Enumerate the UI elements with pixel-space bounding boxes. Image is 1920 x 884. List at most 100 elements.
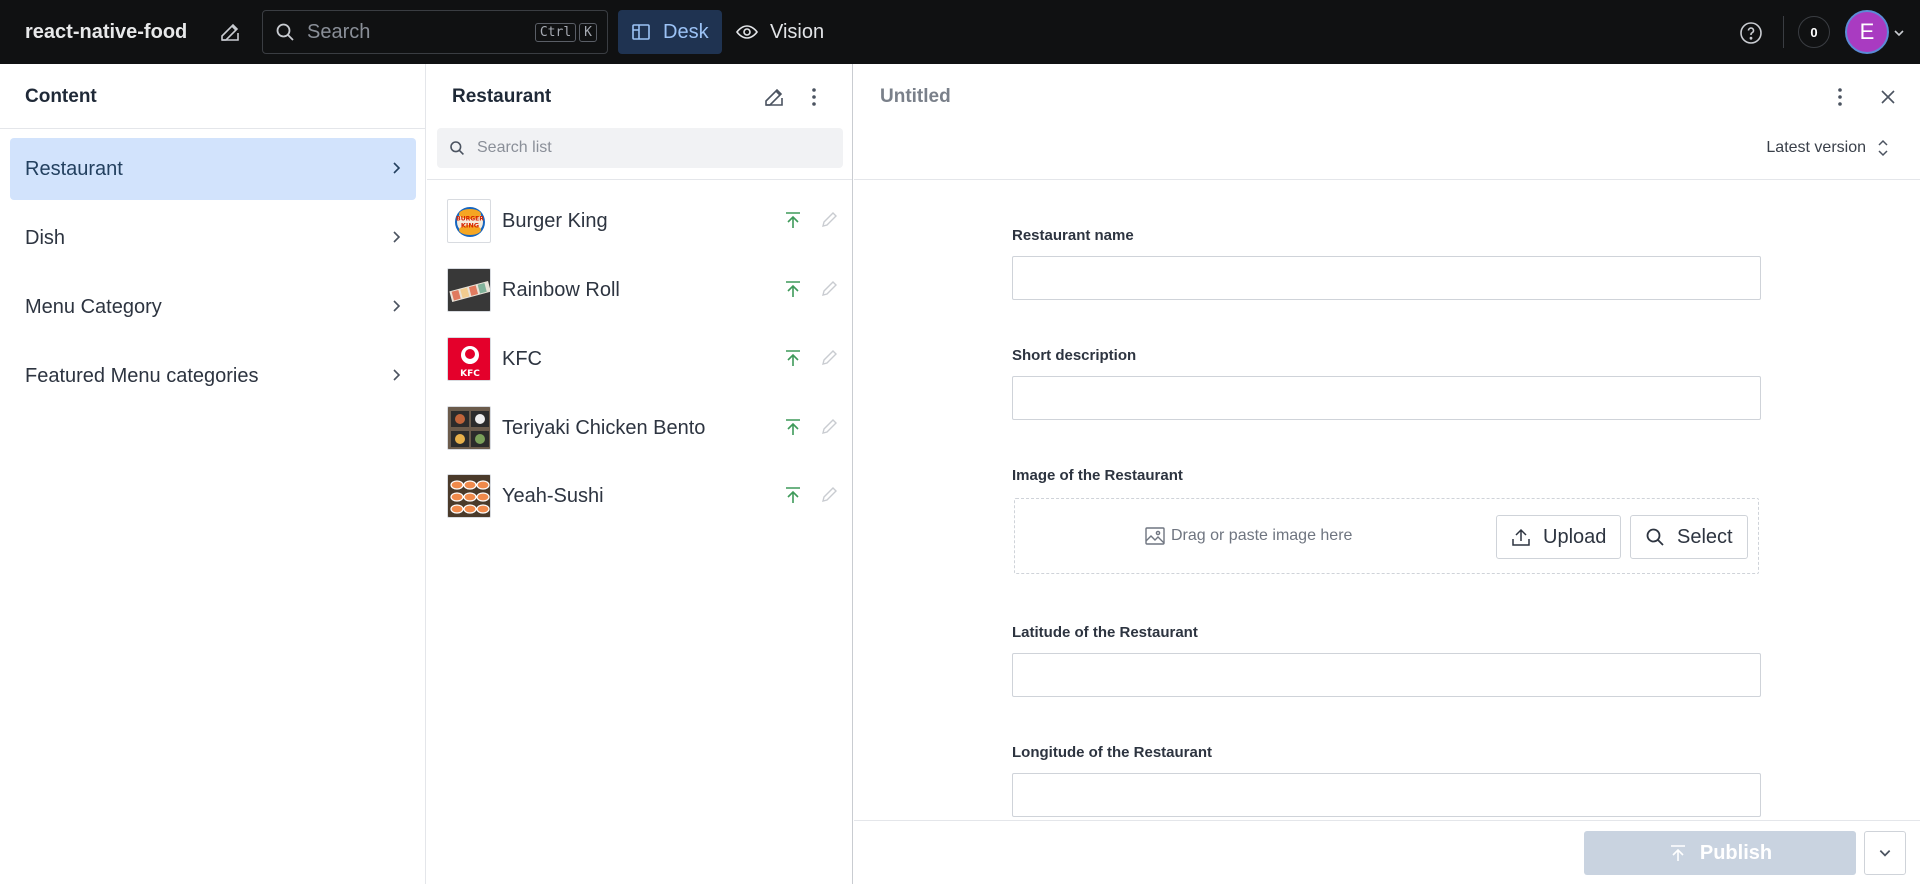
list-item[interactable]: Yeah-Sushi [447,471,843,521]
select-button[interactable]: Select [1630,515,1748,559]
notification-badge[interactable]: 0 [1798,16,1830,48]
list-item-name: KFC [502,347,542,370]
publish-arrow-icon [786,419,800,435]
close-icon[interactable] [1878,87,1898,112]
chevron-down-icon[interactable] [1893,26,1905,44]
document-footer: Publish [854,820,1920,884]
svg-text:KFC: KFC [460,369,480,379]
nav-item-restaurant[interactable]: Restaurant [10,138,416,200]
nav-item-label: Featured Menu categories [25,364,259,387]
image-drop-zone[interactable]: Drag or paste image here Upload Select [1014,498,1759,574]
chevron-right-icon [393,162,401,174]
publish-arrow-icon [1670,845,1685,861]
divider [427,179,852,180]
version-select[interactable]: Latest version [1766,138,1890,158]
list-item[interactable]: KFC KFC [447,334,843,384]
svg-text:KING: KING [461,222,479,230]
list-search-placeholder: Search list [477,139,552,156]
nav-item-label: Menu Category [25,295,162,318]
global-search-input[interactable]: Search Ctrl K [262,10,608,54]
top-bar: react-native-food Search Ctrl K Desk Vis… [0,0,1920,64]
document-pane: Untitled Latest version Restaurant name … [854,64,1920,884]
publish-arrow-icon [786,212,800,228]
search-placeholder: Search [307,20,371,43]
edit-pencil-icon [822,350,837,365]
publish-menu-button[interactable] [1864,831,1906,875]
sushi-photo [447,474,491,518]
nav-item-label: Dish [25,226,66,249]
list-pane: Restaurant Search list BURGER KING Burger… [427,64,853,884]
upload-icon [1512,528,1530,546]
list-item-name: Rainbow Roll [502,278,620,301]
search-icon [276,23,294,41]
document-title: Untitled [880,86,951,107]
field-label: Restaurant name [1012,227,1134,244]
kbd-ctrl: Ctrl [534,22,577,42]
image-icon [1145,527,1165,545]
chevron-right-icon [393,231,401,243]
search-icon [450,141,464,155]
latitude-input[interactable] [1012,653,1761,697]
chevron-down-icon [1879,850,1891,857]
field-label: Longitude of the Restaurant [1012,744,1212,761]
kfc-logo: KFC [447,337,491,381]
nav-item-featured-menu-categories[interactable]: Featured Menu categories [10,345,416,407]
publish-arrow-icon [786,281,800,297]
nav-item-menu-category[interactable]: Menu Category [10,276,416,338]
edit-pencil-icon [822,212,837,227]
edit-pencil-icon [822,281,837,296]
chevron-up-down-icon [1878,139,1888,157]
list-item[interactable]: Teriyaki Chicken Bento [447,403,843,453]
publish-arrow-icon [786,487,800,503]
list-item[interactable]: BURGER KING Burger King [447,196,843,246]
sushi-roll-photo [447,268,491,312]
select-label: Select [1677,525,1733,548]
field-label: Image of the Restaurant [1012,467,1183,484]
short-description-input[interactable] [1012,376,1761,420]
list-item-name: Burger King [502,209,608,232]
publish-arrow-icon [786,350,800,366]
content-pane-title: Content [25,86,97,107]
image-drop-hint: Drag or paste image here [1145,527,1352,545]
edit-pencil-icon [822,419,837,434]
divider [0,128,425,129]
more-vertical-icon[interactable] [810,85,818,114]
tool-desk-label: Desk [663,20,709,43]
nav-item-dish[interactable]: Dish [10,207,416,269]
chevron-right-icon [393,369,401,381]
avatar[interactable]: E [1845,10,1889,54]
version-label: Latest version [1766,139,1866,156]
help-icon[interactable] [1739,21,1763,45]
compose-icon[interactable] [218,20,242,44]
tool-vision[interactable]: Vision [723,10,837,54]
upload-label: Upload [1543,525,1607,548]
notification-count: 0 [1810,24,1818,40]
list-item[interactable]: Rainbow Roll [447,265,843,315]
bento-photo [447,406,491,450]
longitude-input[interactable] [1012,773,1761,817]
desk-icon [632,24,650,40]
search-icon [1646,528,1664,546]
list-search-input[interactable]: Search list [437,128,843,168]
upload-button[interactable]: Upload [1496,515,1622,559]
compose-icon[interactable] [762,85,786,114]
burger-king-logo: BURGER KING [447,199,491,243]
list-item-name: Teriyaki Chicken Bento [502,416,706,439]
divider [854,179,1920,180]
edit-pencil-icon [822,487,837,502]
content-pane: Content Restaurant Dish Menu Category Fe… [0,64,426,884]
avatar-initial: E [1859,19,1875,44]
field-label: Latitude of the Restaurant [1012,624,1198,641]
list-item-name: Yeah-Sushi [502,484,604,507]
restaurant-name-input[interactable] [1012,256,1761,300]
project-name[interactable]: react-native-food [25,21,187,44]
divider [1783,16,1784,48]
more-vertical-icon[interactable] [1836,85,1844,114]
chevron-right-icon [393,300,401,312]
publish-button[interactable]: Publish [1584,831,1856,875]
kbd-k: K [579,22,597,42]
publish-label: Publish [1699,841,1773,864]
tool-desk[interactable]: Desk [618,10,722,54]
image-drop-hint-text: Drag or paste image here [1171,527,1353,544]
field-label: Short description [1012,347,1137,364]
